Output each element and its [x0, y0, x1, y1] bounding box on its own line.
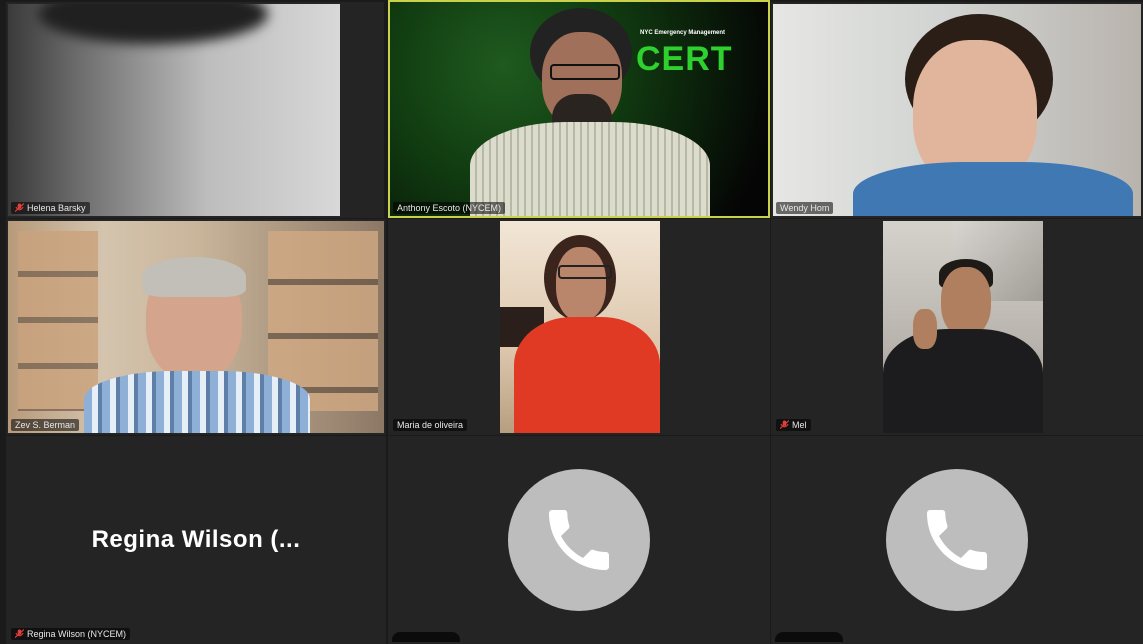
participant-tile-regina[interactable]: Regina Wilson (... Regina Wilson (NYCEM) — [6, 436, 386, 644]
phone-icon — [927, 510, 987, 570]
nameplate: Anthony Escoto (NYCEM) — [393, 202, 506, 214]
nameplate: Wendy Hom — [776, 202, 834, 214]
nameplate: Helena Barsky — [11, 202, 90, 214]
nameplate: Mel — [776, 419, 811, 431]
participant-name: Anthony Escoto (NYCEM) — [397, 203, 502, 213]
redacted-nameplate — [775, 632, 843, 642]
participant-tile-zev[interactable]: Zev S. Berman — [6, 219, 386, 435]
participant-video — [8, 221, 384, 433]
participant-video — [773, 4, 1141, 216]
redacted-nameplate — [392, 632, 460, 642]
participant-tile-phone-1[interactable] — [388, 436, 770, 644]
mic-muted-icon — [15, 203, 24, 213]
participant-avatar-name: Regina Wilson (... — [91, 526, 301, 553]
participant-tile-anthony[interactable]: NYC Emergency Management CERT Anthony Es… — [388, 0, 770, 218]
nameplate: Regina Wilson (NYCEM) — [11, 628, 131, 640]
participant-video — [883, 221, 1043, 433]
participant-tile-helena[interactable]: Helena Barsky — [6, 2, 384, 218]
participant-name: Zev S. Berman — [15, 420, 76, 430]
backdrop-text-large: CERT — [636, 40, 733, 78]
participant-video — [8, 4, 340, 216]
participant-video — [500, 221, 660, 433]
participant-name: Regina Wilson (NYCEM) — [27, 629, 127, 639]
phone-avatar — [886, 469, 1028, 611]
phone-icon — [549, 510, 609, 570]
phone-avatar — [508, 469, 650, 611]
participant-name: Helena Barsky — [27, 203, 86, 213]
participant-tile-phone-2[interactable] — [771, 436, 1143, 644]
participant-tile-wendy[interactable]: Wendy Hom — [771, 2, 1143, 218]
mic-muted-icon — [780, 420, 789, 430]
participant-video: NYC Emergency Management CERT — [390, 2, 768, 216]
video-gallery: Helena Barsky NYC Emergency Management C… — [0, 0, 1143, 644]
participant-name: Maria de oliveira — [397, 420, 464, 430]
participant-tile-mel[interactable]: Mel — [771, 219, 1143, 435]
mic-muted-icon — [15, 629, 24, 639]
participant-name: Mel — [792, 420, 807, 430]
participant-name: Wendy Hom — [780, 203, 830, 213]
backdrop-text-small: NYC Emergency Management — [640, 30, 726, 36]
nameplate: Maria de oliveira — [393, 419, 468, 431]
nameplate: Zev S. Berman — [11, 419, 80, 431]
participant-tile-maria[interactable]: Maria de oliveira — [388, 219, 770, 435]
